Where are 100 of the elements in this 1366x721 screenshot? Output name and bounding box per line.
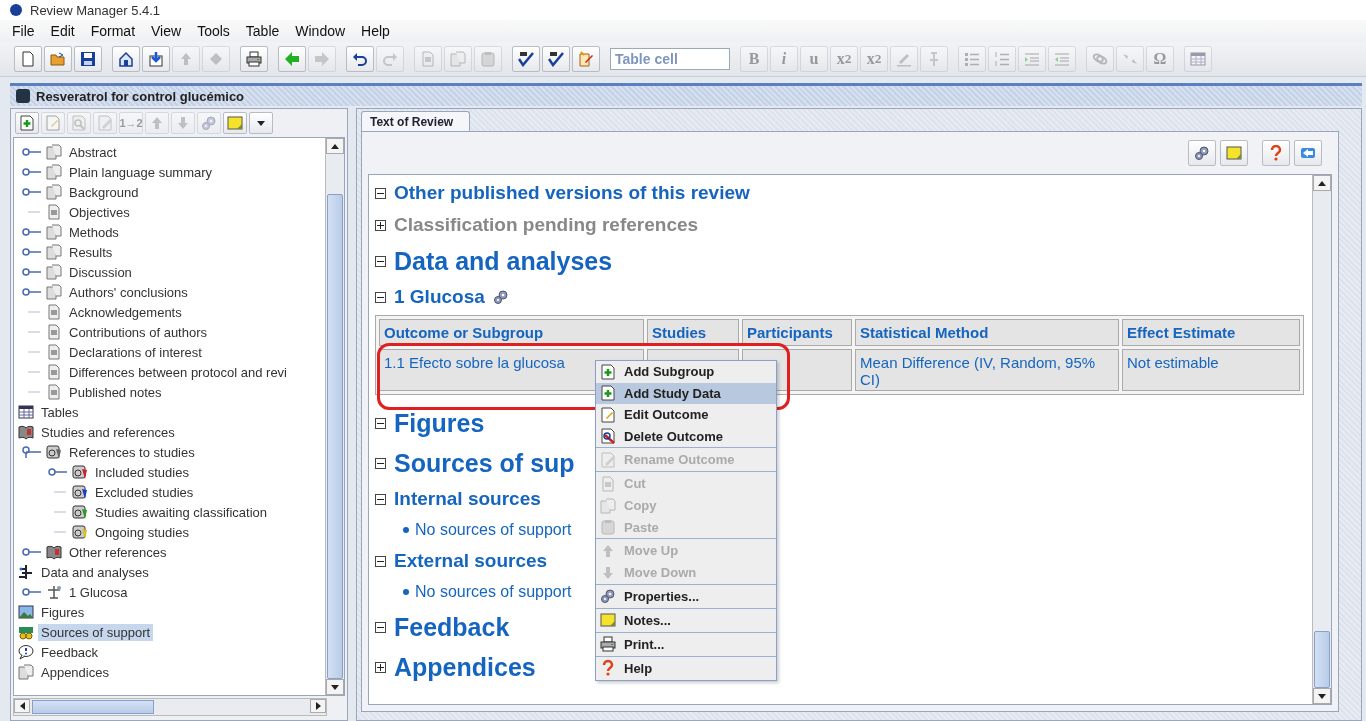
menu-item[interactable]: Edit Outcome [596, 404, 776, 426]
scrollbar-thumb[interactable] [32, 700, 154, 714]
tree-item[interactable]: Contributions of authors [66, 323, 211, 341]
menu-item[interactable]: File [12, 23, 35, 39]
tree-item[interactable]: Results [66, 243, 116, 261]
table-cell: Mean Difference (IV, Random, 95% CI) [855, 349, 1119, 391]
pages-icon [46, 184, 62, 200]
expand-handle[interactable] [22, 166, 42, 178]
collapse-handle[interactable] [22, 446, 42, 458]
menu-item[interactable]: Tools [197, 23, 230, 39]
vertical-scrollbar[interactable] [1312, 175, 1331, 704]
vertical-scrollbar[interactable] [325, 138, 344, 695]
tree-item[interactable]: Other references [66, 543, 170, 561]
menu-item[interactable]: Help [596, 655, 776, 680]
pages-icon [600, 497, 616, 514]
menu-item[interactable]: Notes... [596, 607, 776, 632]
toolbar-button[interactable] [346, 46, 374, 72]
menu-item[interactable]: Print... [596, 631, 776, 656]
tree-item[interactable]: References to studies [66, 443, 198, 461]
tree-item[interactable]: Methods [66, 223, 122, 241]
tree-item[interactable]: Published notes [66, 383, 165, 401]
house-icon [118, 51, 134, 67]
menu-item[interactable]: Help [361, 23, 390, 39]
expand-handle[interactable] [22, 226, 42, 238]
tree-item[interactable]: Objectives [66, 203, 133, 221]
menu-item[interactable]: Table [245, 23, 280, 39]
menu-item[interactable]: View [151, 23, 182, 39]
tree-item[interactable]: Studies and references [38, 423, 178, 441]
tree-item[interactable]: Discussion [66, 263, 135, 281]
menu-item[interactable]: Edit [50, 23, 75, 39]
menu-item[interactable]: Delete Outcome [596, 425, 776, 447]
toolbar-button[interactable] [542, 46, 570, 72]
tree-item[interactable]: Abstract [66, 143, 120, 161]
tree-item[interactable]: Tables [38, 403, 82, 421]
collapse-icon[interactable] [375, 255, 386, 267]
image-icon [18, 604, 34, 620]
scroll-down-button[interactable] [1313, 688, 1331, 704]
toolbar-button[interactable] [74, 46, 102, 72]
page-icon [600, 475, 616, 492]
gears-icon [1194, 145, 1210, 161]
toolbar-button[interactable] [142, 46, 170, 72]
tree-item[interactable]: Included studies [92, 463, 192, 481]
tree-item[interactable]: Studies awaiting classification [92, 503, 270, 521]
horizontal-scrollbar[interactable] [13, 698, 327, 716]
diamond-icon [208, 51, 224, 67]
tree-item[interactable]: Feedback [38, 643, 102, 661]
tree-item[interactable]: Sources of support [38, 623, 154, 641]
expand-handle[interactable] [22, 266, 42, 278]
flagged-book-icon [72, 504, 88, 520]
book-icon [46, 544, 62, 560]
toolbar-button[interactable] [512, 46, 540, 72]
menu-item[interactable]: Format [90, 23, 136, 39]
section-heading: Feedback [394, 612, 510, 642]
scrollbar-thumb[interactable] [1314, 631, 1330, 688]
collapse-icon[interactable] [375, 555, 386, 567]
pencil-document-icon [578, 51, 594, 67]
toolbar-button[interactable] [249, 112, 273, 134]
expand-handle[interactable] [48, 466, 68, 478]
tree-item[interactable]: Declarations of interest [66, 343, 205, 361]
tree-item[interactable]: Authors' conclusions [66, 283, 191, 301]
tree-item[interactable]: Acknowledgements [66, 303, 185, 321]
tree-item[interactable]: Plain language summary [66, 163, 216, 181]
tree-item[interactable]: Differences between protocol and revi [66, 363, 290, 381]
scroll-up-button[interactable] [1313, 175, 1331, 191]
menu-item[interactable]: Properties... [596, 583, 776, 608]
tab[interactable]: Text of Review [361, 111, 471, 131]
tree-item[interactable]: Excluded studies [92, 483, 197, 501]
expand-icon[interactable] [375, 661, 386, 673]
collapse-icon[interactable] [375, 417, 386, 429]
toolbar-button[interactable] [112, 46, 140, 72]
tree-item[interactable]: Data and analyses [38, 563, 152, 581]
collapse-icon[interactable] [375, 621, 386, 633]
document-title: Resveratrol for control glucémico [36, 88, 245, 104]
tree-item[interactable]: Appendices [38, 663, 112, 681]
outdent-icon [1054, 51, 1070, 67]
expand-handle[interactable] [22, 546, 42, 558]
collapse-icon[interactable] [375, 493, 386, 505]
scrollbar-thumb[interactable] [327, 194, 343, 679]
scroll-left-button[interactable] [14, 699, 30, 713]
link-icon [1092, 51, 1108, 67]
menu-item[interactable]: Window [295, 23, 346, 39]
expand-handle[interactable] [22, 146, 42, 158]
tree-item[interactable]: Background [66, 183, 142, 201]
scroll-up-button[interactable] [326, 138, 344, 154]
tree-item[interactable]: 1 Glucosa [66, 583, 131, 601]
tree-item[interactable]: Figures [38, 603, 88, 621]
expand-handle[interactable] [22, 586, 42, 598]
expand-handle[interactable] [22, 246, 42, 258]
book-icon [18, 424, 34, 440]
gears-icon[interactable] [492, 289, 509, 305]
collapse-icon[interactable] [375, 457, 386, 469]
note-icon [1226, 145, 1242, 161]
collapse-icon[interactable] [375, 291, 386, 303]
menu-item[interactable]: Add Study Data [596, 382, 776, 404]
expand-handle[interactable] [22, 186, 42, 198]
tree-item[interactable]: Ongoing studies [92, 523, 192, 541]
expand-handle[interactable] [22, 286, 42, 298]
collapse-icon[interactable] [375, 187, 386, 199]
scroll-down-button[interactable] [326, 679, 344, 695]
scroll-right-button[interactable] [310, 699, 326, 713]
